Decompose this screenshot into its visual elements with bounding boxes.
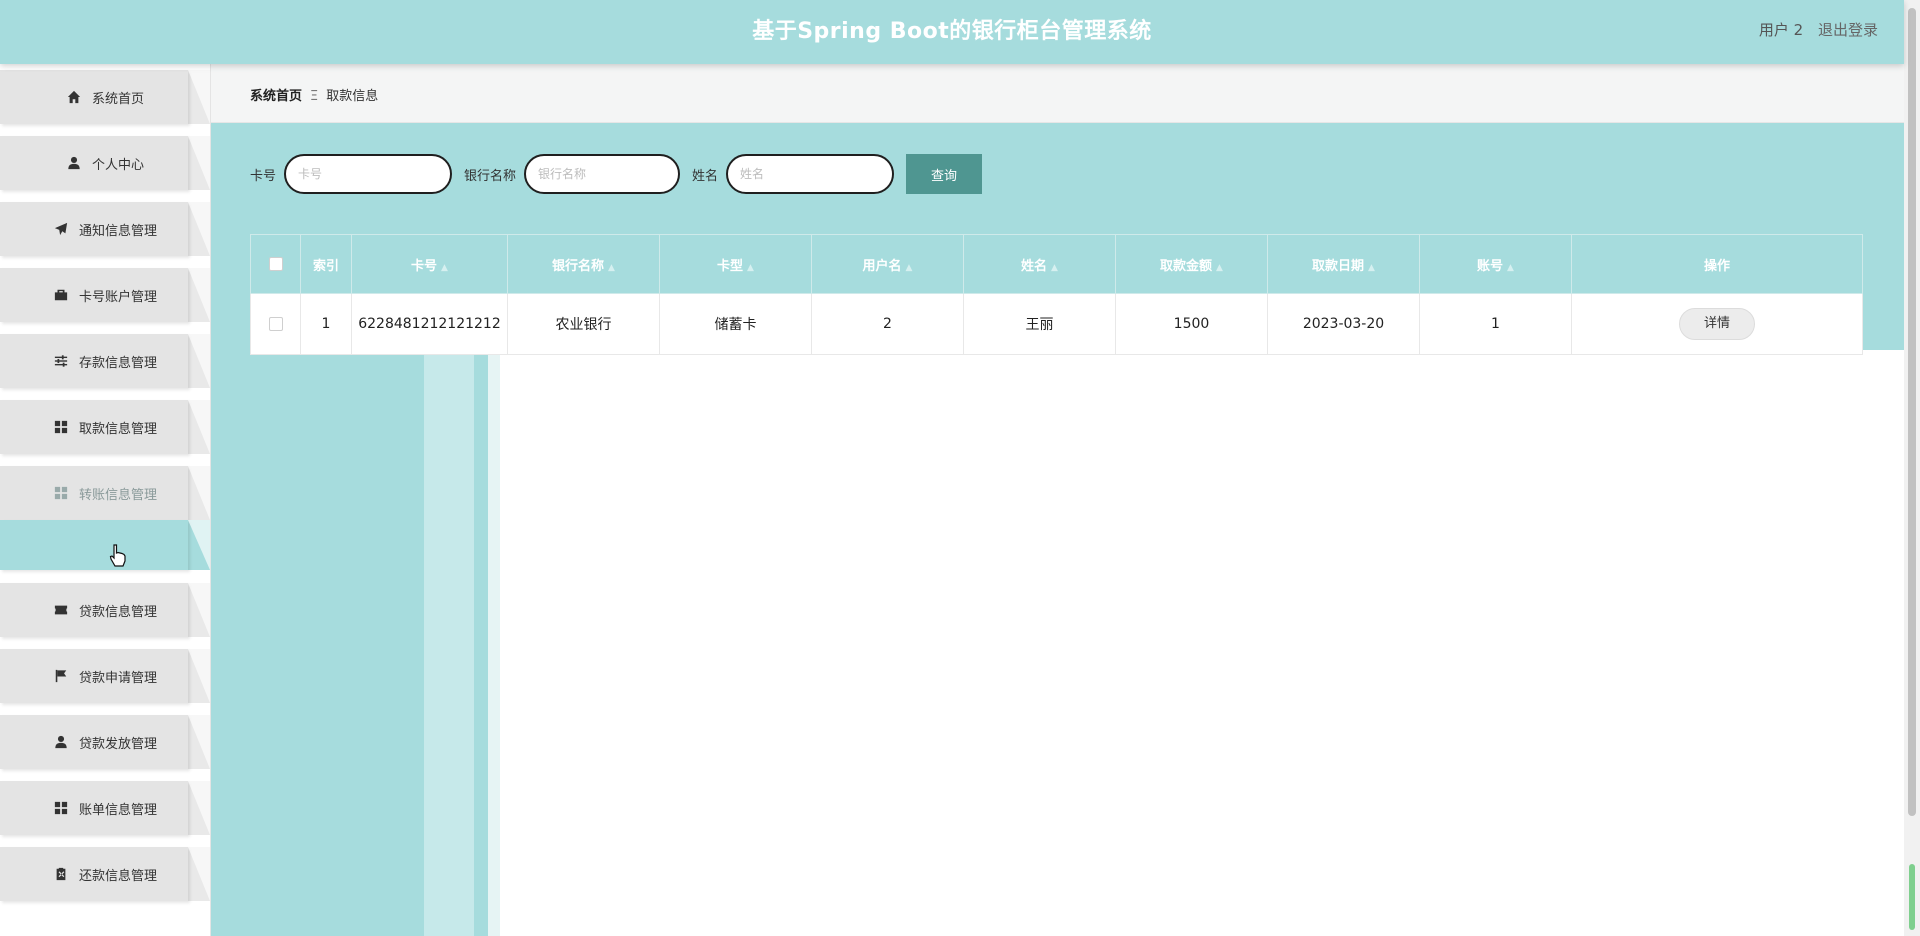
sidebar-item-label: 还款信息管理 — [78, 868, 157, 884]
sidebar-item-label: 账单信息管理 — [78, 802, 157, 818]
table-cell: 1 — [300, 293, 352, 355]
user-icon — [66, 155, 82, 171]
ticket-icon — [53, 602, 69, 618]
column-header[interactable]: 取款日期 ▲ — [1267, 234, 1420, 294]
sort-icon[interactable]: ▲ — [906, 263, 913, 273]
logout-link[interactable]: 退出登录 — [1818, 21, 1878, 39]
sidebar-item-label: 个人中心 — [91, 157, 144, 173]
sidebar-item-home[interactable]: 系统首页 — [0, 70, 210, 124]
sort-icon[interactable]: ▲ — [747, 263, 754, 273]
column-header: 操作 — [1571, 234, 1863, 294]
table-cell: 1 — [1419, 293, 1572, 355]
sidebar-item-deposit[interactable]: 存款信息管理 — [0, 334, 210, 388]
column-header[interactable]: 姓名 ▲ — [963, 234, 1116, 294]
grid-icon — [53, 800, 69, 816]
wallet-icon — [53, 287, 69, 303]
table-cell: 6228481212121212 — [351, 293, 508, 355]
column-header: 索引 — [300, 234, 352, 294]
sidebar-item-label: 转账信息管理 — [78, 487, 157, 503]
table-cell: 王丽 — [963, 293, 1116, 355]
sidebar-item-loan-disbursement[interactable]: 贷款发放管理 — [0, 715, 210, 769]
bank-name-label: 银行名称 — [464, 168, 517, 184]
sidebar-item-label: 贷款信息管理 — [78, 604, 157, 620]
name-input[interactable] — [726, 154, 895, 194]
grid-icon — [53, 419, 69, 435]
table-cell: 2023-03-20 — [1267, 293, 1420, 355]
breadcrumb-current: 取款信息 — [326, 89, 379, 104]
breadcrumb-separator-icon: Ξ — [310, 89, 319, 104]
sort-icon[interactable]: ▲ — [1216, 263, 1223, 273]
sidebar-item-loan[interactable]: 贷款信息管理 — [0, 583, 210, 637]
action-cell: 详情 — [1571, 293, 1863, 355]
breadcrumb-home[interactable]: 系统首页 — [250, 89, 302, 104]
sidebar-item-bill[interactable]: 账单信息管理 — [0, 781, 210, 835]
table-cell: 2 — [811, 293, 964, 355]
sidebar-item-loan-application[interactable]: 贷款申请管理 — [0, 649, 210, 703]
card-number-input[interactable] — [284, 154, 453, 194]
sidebar-item-label: 系统首页 — [91, 91, 144, 107]
content-panel — [488, 350, 1904, 936]
column-header[interactable]: 账号 ▲ — [1419, 234, 1572, 294]
table-cell: 储蓄卡 — [659, 293, 812, 355]
main-content: 卡号 银行名称 姓名 查询 索引 卡号▲ 银行名称▲ 卡型▲ 用户名▲ 姓名▲ … — [211, 123, 1904, 936]
sidebar-item-hovered[interactable] — [0, 520, 210, 570]
page-scrollbar[interactable] — [1904, 0, 1920, 936]
row-select-cell — [250, 293, 301, 355]
search-button[interactable]: 查询 — [906, 154, 983, 194]
app-title: 基于Spring Boot的银行柜台管理系统 — [752, 19, 1152, 44]
flag-icon — [53, 668, 69, 684]
detail-button[interactable]: 详情 — [1679, 308, 1755, 340]
column-header[interactable]: 银行名称 ▲ — [507, 234, 660, 294]
decorative-strip — [424, 355, 474, 936]
sidebar: 系统首页 个人中心 通知信息管理 卡号账户管理 存款信息管理 取款信息管理 转账… — [0, 64, 211, 936]
table-row: 1 6228481212121212 农业银行 储蓄卡 2 王丽 1500 20… — [250, 293, 1863, 355]
table-cell: 1500 — [1115, 293, 1268, 355]
sidebar-item-transfer[interactable]: 转账信息管理 — [0, 466, 210, 520]
search-bar: 卡号 银行名称 姓名 查询 — [250, 154, 983, 194]
sliders-icon — [53, 353, 69, 369]
sidebar-item-label: 贷款申请管理 — [78, 670, 157, 686]
sidebar-item-label: 通知信息管理 — [78, 223, 157, 239]
scroll-indicator — [1909, 864, 1915, 930]
breadcrumb: 系统首页 Ξ 取款信息 — [211, 64, 1904, 123]
name-label: 姓名 — [692, 168, 719, 184]
column-header[interactable]: 用户名 ▲ — [811, 234, 964, 294]
user-icon — [53, 734, 69, 750]
column-header[interactable]: 卡号 ▲ — [351, 234, 508, 294]
app-header: 基于Spring Boot的银行柜台管理系统 用户 2 退出登录 — [0, 0, 1904, 64]
clipboard-icon — [53, 866, 69, 882]
column-header[interactable]: 取款金额 ▲ — [1115, 234, 1268, 294]
sidebar-item-label: 存款信息管理 — [78, 355, 157, 371]
user-area: 用户 2 退出登录 — [1749, 0, 1878, 60]
sort-icon[interactable]: ▲ — [608, 263, 615, 273]
column-header[interactable]: 卡型 ▲ — [659, 234, 812, 294]
sort-icon[interactable]: ▲ — [441, 263, 448, 273]
sort-icon[interactable]: ▲ — [1368, 263, 1375, 273]
sidebar-item-repayment[interactable]: 还款信息管理 — [0, 847, 210, 901]
table-header-row: 索引 卡号 ▲ 银行名称 ▲ 卡型 ▲ 用户名 ▲ 姓名 ▲ 取款金额 ▲ 取款日期 ▲ 账号… — [250, 234, 1863, 294]
sort-icon[interactable]: ▲ — [1507, 263, 1514, 273]
sidebar-item-label: 取款信息管理 — [78, 421, 157, 437]
select-all-checkbox[interactable] — [268, 257, 283, 271]
scrollbar-thumb[interactable] — [1908, 8, 1916, 816]
send-icon — [53, 221, 69, 237]
sidebar-item-withdrawal[interactable]: 取款信息管理 — [0, 400, 210, 454]
sidebar-item-card-account[interactable]: 卡号账户管理 — [0, 268, 210, 322]
bank-name-input[interactable] — [524, 154, 681, 194]
card-number-label: 卡号 — [250, 168, 277, 184]
row-checkbox[interactable] — [268, 317, 283, 331]
table-cell: 农业银行 — [507, 293, 660, 355]
sort-icon[interactable]: ▲ — [1051, 263, 1058, 273]
home-icon — [66, 89, 82, 105]
sidebar-item-label: 卡号账户管理 — [78, 289, 157, 305]
sidebar-item-notice[interactable]: 通知信息管理 — [0, 202, 210, 256]
withdrawal-table: 索引 卡号 ▲ 银行名称 ▲ 卡型 ▲ 用户名 ▲ 姓名 ▲ 取款金额 ▲ 取款日期 ▲ 账号… — [250, 234, 1863, 355]
current-user: 用户 2 — [1758, 21, 1804, 39]
grid-icon — [53, 485, 69, 501]
select-all-header — [250, 234, 301, 294]
sidebar-item-label: 贷款发放管理 — [78, 736, 157, 752]
mouse-cursor-icon — [108, 544, 128, 568]
sidebar-item-profile[interactable]: 个人中心 — [0, 136, 210, 190]
